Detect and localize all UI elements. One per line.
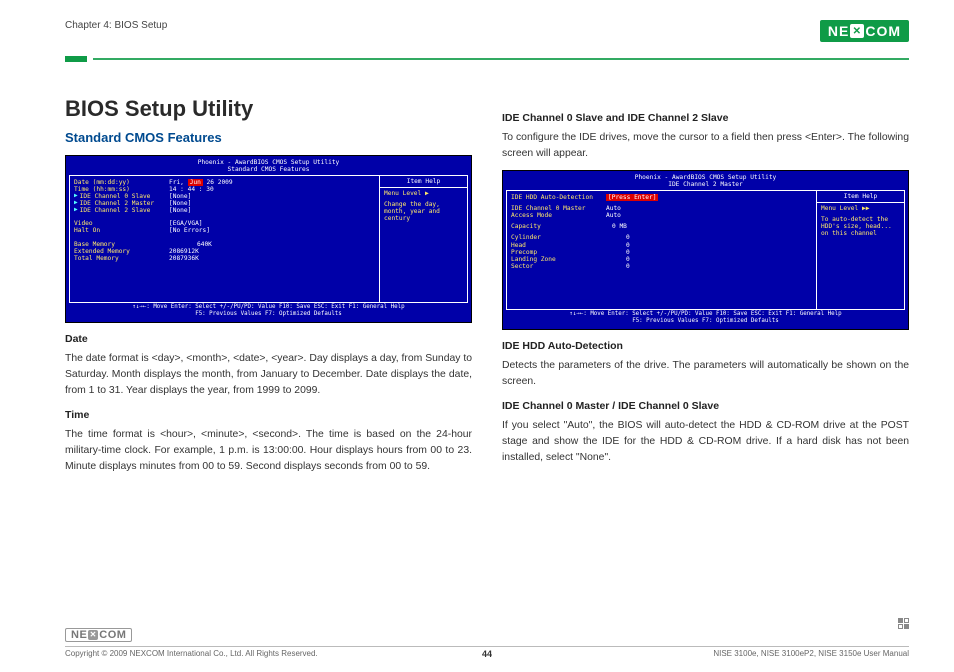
- page-footer: NE✕COM Copyright © 2009 NEXCOM Internati…: [65, 628, 909, 658]
- footer-divider: [65, 646, 909, 647]
- master-slave-head: IDE Channel 0 Master / IDE Channel 0 Sla…: [502, 400, 909, 412]
- footer-squares-icon: [898, 618, 909, 629]
- footer-logo: NE✕COM: [65, 628, 132, 642]
- header-divider: [65, 56, 909, 62]
- columns: BIOS Setup Utility Standard CMOS Feature…: [65, 74, 909, 483]
- logo-x-icon: ✕: [88, 630, 98, 640]
- footer-product: NISE 3100e, NISE 3100eP2, NISE 3150e Use…: [713, 649, 909, 658]
- divider-line: [93, 58, 909, 60]
- section-heading: Standard CMOS Features: [65, 130, 472, 145]
- bios-footer: ↑↓→←: Move Enter: Select +/-/PU/PD: Valu…: [506, 310, 905, 326]
- master-slave-body: If you select "Auto", the BIOS will auto…: [502, 418, 909, 466]
- bios-screen-cmos: Phoenix - AwardBIOS CMOS Setup Utility S…: [65, 155, 472, 323]
- date-highlight: Jun: [188, 179, 203, 186]
- right-column: IDE Channel 0 Slave and IDE Channel 2 Sl…: [502, 74, 909, 483]
- bios-title: Phoenix - AwardBIOS CMOS Setup Utility I…: [506, 174, 905, 190]
- bios-left-pane: Date (mm:dd:yy) Fri, Jun 26 2009 Time (h…: [70, 176, 379, 302]
- brand-logo: NE✕COM: [820, 20, 909, 42]
- chapter-title: Chapter 4: BIOS Setup: [65, 20, 167, 31]
- bios-screen-ide: Phoenix - AwardBIOS CMOS Setup Utility I…: [502, 170, 909, 330]
- divider-block: [65, 56, 87, 62]
- page: Chapter 4: BIOS Setup NE✕COM BIOS Setup …: [0, 0, 954, 672]
- autodetect-body: Detects the parameters of the drive. The…: [502, 358, 909, 390]
- bios-panel: Date (mm:dd:yy) Fri, Jun 26 2009 Time (h…: [69, 175, 468, 303]
- time-subhead: Time: [65, 409, 472, 421]
- date-subhead: Date: [65, 333, 472, 345]
- copyright: Copyright © 2009 NEXCOM International Co…: [65, 649, 318, 658]
- bios-footer: ↑↓→←: Move Enter: Select +/-/PU/PD: Valu…: [69, 303, 468, 319]
- footer-row: Copyright © 2009 NEXCOM International Co…: [65, 649, 909, 658]
- left-column: BIOS Setup Utility Standard CMOS Feature…: [65, 74, 472, 483]
- bios-panel: IDE HDD Auto-Detection[Press Enter] IDE …: [506, 190, 905, 310]
- autodetect-head: IDE HDD Auto-Detection: [502, 340, 909, 352]
- bios-title: Phoenix - AwardBIOS CMOS Setup Utility S…: [69, 159, 468, 175]
- page-header: Chapter 4: BIOS Setup NE✕COM: [65, 20, 909, 54]
- date-body: The date format is <day>, <month>, <date…: [65, 351, 472, 399]
- time-body: The time format is <hour>, <minute>, <se…: [65, 427, 472, 475]
- bios-left-pane: IDE HDD Auto-Detection[Press Enter] IDE …: [507, 191, 816, 309]
- ide-slave-body: To configure the IDE drives, move the cu…: [502, 130, 909, 162]
- press-enter-highlight: [Press Enter]: [606, 194, 658, 201]
- logo-x-icon: ✕: [850, 24, 864, 38]
- triangle-icon: ▶: [74, 207, 78, 214]
- page-number: 44: [482, 649, 492, 659]
- bios-help-pane: Item Help Menu Level ▶ Change the day, m…: [379, 176, 467, 302]
- ide-slave-head: IDE Channel 0 Slave and IDE Channel 2 Sl…: [502, 112, 909, 124]
- main-heading: BIOS Setup Utility: [65, 96, 472, 122]
- bios-help-pane: Item Help Menu Level ▶▶ To auto-detect t…: [816, 191, 904, 309]
